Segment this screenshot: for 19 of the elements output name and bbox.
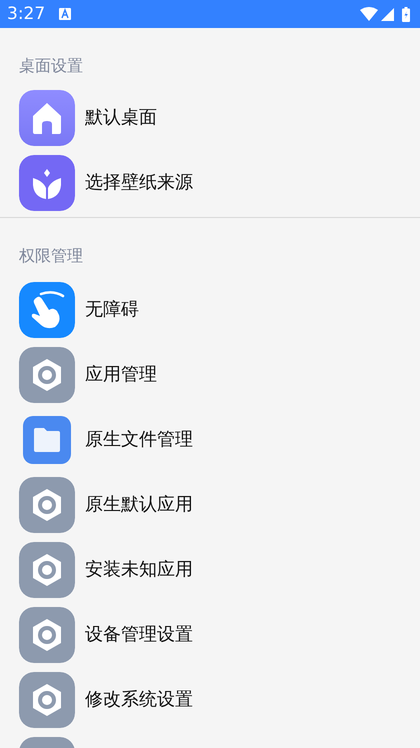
- signal-icon: [381, 8, 394, 20]
- settings-item[interactable]: 原生文件管理: [85, 426, 193, 453]
- battery-icon: [402, 6, 410, 22]
- section-header: 权限管理: [19, 246, 83, 265]
- settings-item[interactable]: 安装未知应用: [85, 556, 193, 583]
- settings-item[interactable]: 设备管理设置: [85, 621, 193, 648]
- wifi-icon: [360, 7, 378, 21]
- section-header: 桌面设置: [19, 56, 83, 75]
- status-time: 3:27: [7, 3, 46, 26]
- settings-item[interactable]: 应用管理: [85, 361, 157, 388]
- tulip-icon: [19, 154, 75, 210]
- notification-icon: [59, 8, 72, 20]
- settings-item[interactable]: 无障碍: [85, 296, 139, 323]
- pointing-hand-icon: [19, 282, 75, 338]
- settings-item[interactable]: 默认桌面: [85, 104, 157, 131]
- settings-item[interactable]: 原生默认应用: [85, 491, 193, 518]
- house-icon: [19, 90, 75, 146]
- settings-item[interactable]: 修改系统设置: [85, 686, 193, 713]
- settings-item[interactable]: 选择壁纸来源: [85, 169, 193, 196]
